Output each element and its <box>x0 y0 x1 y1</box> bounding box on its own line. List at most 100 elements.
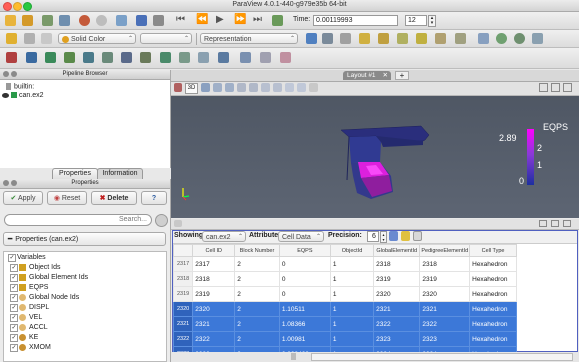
advanced-gear-icon[interactable] <box>155 214 168 227</box>
row-number[interactable]: 2319 <box>172 286 194 302</box>
row-number[interactable]: 2322 <box>172 331 194 347</box>
resize-grip-icon[interactable] <box>291 353 296 360</box>
add-layout-tab-button[interactable]: + <box>395 71 409 80</box>
table-cell[interactable]: Hexahedron <box>469 271 517 287</box>
attribute-select[interactable]: Cell Data ⌃ <box>278 231 324 242</box>
filter-icon[interactable] <box>260 52 271 63</box>
interactive-select-icon[interactable] <box>261 83 270 92</box>
table-row[interactable]: 2319 2319 2 0 1 2320 2320 Hexahedron <box>172 286 517 302</box>
column-header[interactable]: EQPS <box>278 244 331 257</box>
zoom-to-data-icon[interactable] <box>322 33 333 44</box>
variables-list[interactable]: ✓ Variables ✓ Object Ids ✓ Global Element … <box>3 251 167 362</box>
render-view[interactable]: EQPS 2.89 2 1 0 <box>171 96 579 218</box>
table-cell[interactable]: 2319 <box>192 286 236 302</box>
pipeline-item-can-ex2[interactable]: can.ex2 <box>2 92 167 102</box>
table-cell[interactable]: 1.10511 <box>278 301 331 317</box>
play-icon[interactable]: ▶ <box>216 14 224 25</box>
table-cell[interactable]: 1 <box>329 316 375 332</box>
table-cell[interactable]: 2 <box>234 316 280 332</box>
table-cell[interactable]: 2320 <box>419 286 471 302</box>
edit-icon[interactable] <box>153 15 164 26</box>
view-z-plus-icon[interactable] <box>435 33 446 44</box>
help-button[interactable]: ? <box>141 191 167 205</box>
table-cell[interactable]: 2322 <box>192 331 236 347</box>
table-cell[interactable]: Hexahedron <box>469 301 517 317</box>
view-menu-icon[interactable] <box>174 220 182 227</box>
grow-selection-icon[interactable] <box>285 83 294 92</box>
stream-tracer-icon[interactable] <box>140 52 151 63</box>
shrink-selection-icon[interactable] <box>297 83 306 92</box>
row-number[interactable]: 2320 <box>172 301 194 317</box>
apply-button[interactable]: ✔ Apply <box>3 191 43 205</box>
pipeline-item-builtin[interactable]: builtin: <box>6 83 34 90</box>
table-cell[interactable]: Hexahedron <box>469 331 517 347</box>
variable-checkbox[interactable]: ✓ <box>10 344 18 352</box>
representation-select[interactable]: Representation ⌃ <box>200 33 298 44</box>
redo-icon[interactable] <box>96 15 107 26</box>
table-row[interactable]: 2317 2317 2 0 1 2318 2318 Hexahedron <box>172 256 517 272</box>
last-frame-icon[interactable]: ⏭ <box>253 14 262 25</box>
camera-undo-icon[interactable] <box>116 15 127 26</box>
maximize-view-icon[interactable] <box>563 83 572 92</box>
view-x-minus-icon[interactable] <box>378 33 389 44</box>
toggle-3d-button[interactable]: 3D <box>185 83 198 94</box>
variable-row[interactable]: ✓ XMOM <box>8 342 163 353</box>
select-block-icon[interactable] <box>249 83 258 92</box>
rotate-ccw-icon[interactable] <box>496 33 507 44</box>
close-panel-icon[interactable] <box>3 71 9 77</box>
close-tab-icon[interactable]: ✕ <box>383 71 388 80</box>
delete-button[interactable]: ✖ Delete <box>91 191 137 205</box>
table-cell[interactable]: 2 <box>234 331 280 347</box>
variable-checkbox[interactable]: ✓ <box>10 314 18 322</box>
save-state-icon[interactable] <box>22 15 33 26</box>
probe-icon[interactable] <box>280 52 291 63</box>
color-legend-icon[interactable] <box>6 33 17 44</box>
tab-layout-1[interactable]: Layout #1 ✕ <box>343 71 391 80</box>
screenshot-icon[interactable] <box>201 83 210 92</box>
previous-frame-icon[interactable]: ⏪ <box>196 14 208 25</box>
reset-camera-icon[interactable] <box>306 33 317 44</box>
table-cell[interactable]: 2318 <box>373 256 421 272</box>
color-by-select[interactable]: Solid Color ⌃ <box>58 33 136 44</box>
timestep-input[interactable]: 12 <box>405 15 427 26</box>
table-cell[interactable]: 0 <box>278 286 331 302</box>
rotate-cw-icon[interactable] <box>514 33 525 44</box>
time-input[interactable]: 0.00119993 <box>313 15 398 26</box>
table-cell[interactable]: 1 <box>329 286 375 302</box>
float-panel-icon[interactable] <box>11 180 17 186</box>
extract-subset-icon[interactable] <box>102 52 113 63</box>
row-number[interactable]: 2317 <box>172 256 194 272</box>
column-header[interactable]: GlobalElementId <box>373 244 421 257</box>
open-file-icon[interactable] <box>5 15 16 26</box>
table-cell[interactable]: 2321 <box>192 316 236 332</box>
variable-checkbox[interactable]: ✓ <box>10 274 18 282</box>
variable-checkbox[interactable]: ✓ <box>10 284 18 292</box>
view-y-minus-icon[interactable] <box>416 33 427 44</box>
split-horizontal-icon[interactable] <box>539 83 548 92</box>
view-y-plus-icon[interactable] <box>397 33 408 44</box>
select-cells-icon[interactable] <box>213 83 222 92</box>
showing-select[interactable]: can.ex2 ⌃ <box>202 231 246 242</box>
glyph-icon[interactable] <box>121 52 132 63</box>
table-cell[interactable]: 2 <box>234 301 280 317</box>
table-cell[interactable]: 0 <box>278 271 331 287</box>
select-frustum-icon[interactable] <box>237 83 246 92</box>
table-cell[interactable]: 2321 <box>373 301 421 317</box>
group-datasets-icon[interactable] <box>179 52 190 63</box>
table-cell[interactable]: 1 <box>329 331 375 347</box>
threshold-icon[interactable] <box>83 52 94 63</box>
table-cell[interactable]: 2322 <box>373 316 421 332</box>
table-cell[interactable]: 2317 <box>192 256 236 272</box>
table-cell[interactable]: 2323 <box>419 331 471 347</box>
table-row[interactable]: 2318 2318 2 0 1 2319 2319 Hexahedron <box>172 271 517 287</box>
select-points-icon[interactable] <box>225 83 234 92</box>
next-frame-icon[interactable]: ⏩ <box>234 14 246 25</box>
split-vertical-icon[interactable] <box>551 220 559 227</box>
help-icon[interactable] <box>136 15 147 26</box>
view-z-minus-icon[interactable] <box>455 33 466 44</box>
table-cell[interactable]: 2 <box>234 256 280 272</box>
view-menu-icon[interactable] <box>174 83 182 92</box>
table-cell[interactable]: Hexahedron <box>469 316 517 332</box>
zoom-box-icon[interactable] <box>340 33 351 44</box>
variable-checkbox[interactable]: ✓ <box>10 304 18 312</box>
